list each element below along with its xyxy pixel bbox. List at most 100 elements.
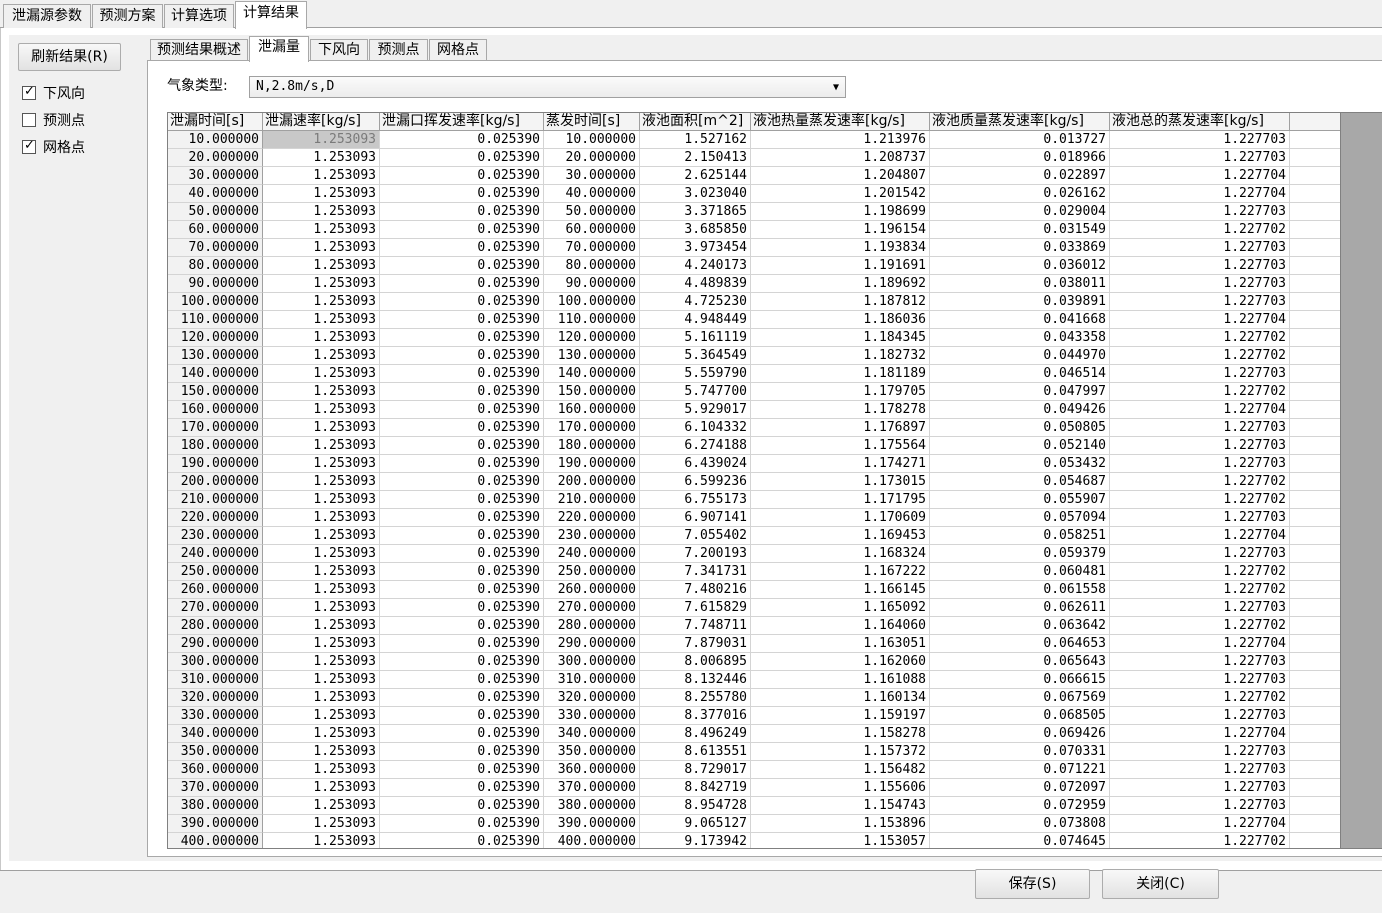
table-cell[interactable]: 0.025390	[380, 689, 544, 707]
table-cell[interactable]	[1290, 797, 1342, 815]
column-header[interactable]: 液池总的蒸发速率[kg/s]	[1110, 113, 1290, 131]
row-header-cell[interactable]: 210.000000	[168, 491, 263, 509]
table-row[interactable]: 270.000000 1.253093 0.025390 270.000000 7.61…	[168, 599, 1342, 617]
table-cell[interactable]: 7.480216	[640, 581, 751, 599]
row-header-cell[interactable]: 240.000000	[168, 545, 263, 563]
table-cell[interactable]: 1.227702	[1110, 833, 1290, 848]
column-header[interactable]: 液池质量蒸发速率[kg/s]	[930, 113, 1110, 131]
table-cell[interactable]: 1.227703	[1110, 131, 1290, 149]
table-cell[interactable]: 1.158278	[751, 725, 930, 743]
table-cell[interactable]: 8.729017	[640, 761, 751, 779]
row-header-cell[interactable]: 180.000000	[168, 437, 263, 455]
table-cell[interactable]: 0.025390	[380, 131, 544, 149]
table-cell[interactable]: 0.025390	[380, 239, 544, 257]
table-cell[interactable]: 7.341731	[640, 563, 751, 581]
table-cell[interactable]: 4.489839	[640, 275, 751, 293]
table-cell[interactable]: 1.166145	[751, 581, 930, 599]
table-cell[interactable]: 1.184345	[751, 329, 930, 347]
table-cell[interactable]: 3.973454	[640, 239, 751, 257]
table-cell[interactable]: 0.025390	[380, 833, 544, 848]
table-row[interactable]: 20.000000 1.253093 0.025390 20.000000 2.1504…	[168, 149, 1342, 167]
table-cell[interactable]: 1.253093	[263, 509, 380, 527]
table-cell[interactable]	[1290, 491, 1342, 509]
row-header-cell[interactable]: 370.000000	[168, 779, 263, 797]
row-header-cell[interactable]: 150.000000	[168, 383, 263, 401]
table-cell[interactable]: 1.164060	[751, 617, 930, 635]
table-cell[interactable]: 5.559790	[640, 365, 751, 383]
table-cell[interactable]: 70.000000	[544, 239, 640, 257]
table-cell[interactable]: 1.159197	[751, 707, 930, 725]
table-cell[interactable]: 4.240173	[640, 257, 751, 275]
checkbox-grid-points[interactable]: ✓ 网格点	[22, 137, 85, 157]
table-cell[interactable]: 1.227703	[1110, 779, 1290, 797]
table-row[interactable]: 370.000000 1.253093 0.025390 370.000000 8.84…	[168, 779, 1342, 797]
table-cell[interactable]: 0.046514	[930, 365, 1110, 383]
table-cell[interactable]	[1290, 761, 1342, 779]
table-cell[interactable]: 1.253093	[263, 131, 380, 149]
table-cell[interactable]: 8.132446	[640, 671, 751, 689]
table-cell[interactable]: 1.153896	[751, 815, 930, 833]
row-header-cell[interactable]: 200.000000	[168, 473, 263, 491]
table-cell[interactable]	[1290, 671, 1342, 689]
table-cell[interactable]: 0.033869	[930, 239, 1110, 257]
row-header-cell[interactable]: 340.000000	[168, 725, 263, 743]
table-cell[interactable]: 1.253093	[263, 779, 380, 797]
table-cell[interactable]: 1.253093	[263, 491, 380, 509]
table-cell[interactable]: 1.160134	[751, 689, 930, 707]
table-cell[interactable]	[1290, 545, 1342, 563]
table-cell[interactable]: 1.253093	[263, 743, 380, 761]
weather-type-dropdown[interactable]: N,2.8m/s,D ▼	[249, 76, 846, 98]
table-row[interactable]: 300.000000 1.253093 0.025390 300.000000 8.00…	[168, 653, 1342, 671]
table-cell[interactable]: 0.073808	[930, 815, 1110, 833]
table-cell[interactable]: 1.253093	[263, 239, 380, 257]
table-cell[interactable]	[1290, 275, 1342, 293]
table-cell[interactable]: 1.227702	[1110, 491, 1290, 509]
table-cell[interactable]: 380.000000	[544, 797, 640, 815]
dropdown-arrow-icon[interactable]: ▼	[833, 78, 839, 98]
table-cell[interactable]: 0.025390	[380, 815, 544, 833]
table-cell[interactable]: 1.155606	[751, 779, 930, 797]
table-cell[interactable]: 1.253093	[263, 185, 380, 203]
table-cell[interactable]: 1.161088	[751, 671, 930, 689]
table-cell[interactable]: 7.200193	[640, 545, 751, 563]
table-cell[interactable]: 1.227703	[1110, 509, 1290, 527]
table-cell[interactable]: 1.157372	[751, 743, 930, 761]
row-header-cell[interactable]: 80.000000	[168, 257, 263, 275]
table-cell[interactable]: 90.000000	[544, 275, 640, 293]
table-cell[interactable]: 1.253093	[263, 149, 380, 167]
table-cell[interactable]: 9.173942	[640, 833, 751, 848]
table-cell[interactable]: 370.000000	[544, 779, 640, 797]
table-cell[interactable]: 1.227703	[1110, 707, 1290, 725]
row-header-cell[interactable]: 250.000000	[168, 563, 263, 581]
table-cell[interactable]: 0.061558	[930, 581, 1110, 599]
table-cell[interactable]: 1.253093	[263, 167, 380, 185]
table-cell[interactable]: 2.625144	[640, 167, 751, 185]
table-cell[interactable]: 140.000000	[544, 365, 640, 383]
table-cell[interactable]: 1.227702	[1110, 221, 1290, 239]
table-cell[interactable]: 1.227702	[1110, 347, 1290, 365]
table-cell[interactable]: 100.000000	[544, 293, 640, 311]
table-cell[interactable]: 60.000000	[544, 221, 640, 239]
tab-leak-source-params[interactable]: 泄漏源参数	[3, 4, 91, 28]
table-cell[interactable]: 1.169453	[751, 527, 930, 545]
table-cell[interactable]: 0.025390	[380, 761, 544, 779]
table-row[interactable]: 50.000000 1.253093 0.025390 50.000000 3.3718…	[168, 203, 1342, 221]
table-cell[interactable]: 0.066615	[930, 671, 1110, 689]
table-cell[interactable]: 0.025390	[380, 635, 544, 653]
table-row[interactable]: 240.000000 1.253093 0.025390 240.000000 7.20…	[168, 545, 1342, 563]
table-cell[interactable]: 0.025390	[380, 365, 544, 383]
table-cell[interactable]: 1.253093	[263, 617, 380, 635]
table-row[interactable]: 260.000000 1.253093 0.025390 260.000000 7.48…	[168, 581, 1342, 599]
table-cell[interactable]: 1.162060	[751, 653, 930, 671]
table-cell[interactable]: 270.000000	[544, 599, 640, 617]
table-cell[interactable]: 1.165092	[751, 599, 930, 617]
table-row[interactable]: 160.000000 1.253093 0.025390 160.000000 5.92…	[168, 401, 1342, 419]
table-cell[interactable]: 40.000000	[544, 185, 640, 203]
table-cell[interactable]	[1290, 401, 1342, 419]
column-header[interactable]	[1290, 113, 1342, 131]
table-cell[interactable]: 0.050805	[930, 419, 1110, 437]
table-cell[interactable]: 1.253093	[263, 365, 380, 383]
table-cell[interactable]: 1.227704	[1110, 401, 1290, 419]
table-cell[interactable]: 0.049426	[930, 401, 1110, 419]
table-cell[interactable]	[1290, 383, 1342, 401]
